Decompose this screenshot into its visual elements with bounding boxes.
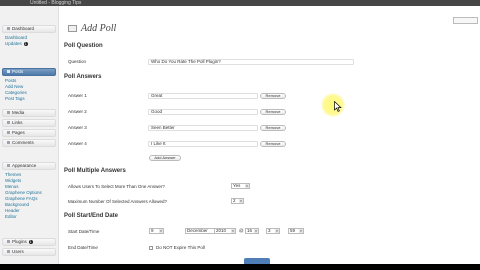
plugins-icon [7,240,10,244]
no-expire-label: Do NOT Expire This Poll [156,245,205,250]
answer-2-input[interactable]: Good [148,109,258,115]
no-expire-checkbox[interactable] [149,246,153,250]
answer-2-label: Answer 2 [68,109,87,114]
submenu-graphene-options[interactable]: Graphene Options [5,190,42,195]
at-separator: @ [239,228,244,233]
answer-1-remove-button[interactable]: Remove [260,93,286,99]
allow-multiple-select[interactable]: Yes ▾ [231,183,250,189]
posts-icon [7,70,10,74]
submenu-posts[interactable]: Posts [5,78,16,83]
mouse-cursor-icon [334,101,342,112]
submenu-header[interactable]: Header [5,208,20,213]
chevron-down-icon: ▾ [245,184,249,188]
page-title: Add Poll [81,23,117,34]
dashboard-icon [7,27,10,31]
chevron-down-icon: ▾ [299,229,303,233]
chevron-down-icon: ▾ [159,229,163,233]
submenu-editor[interactable]: Editor [5,214,17,219]
question-input[interactable]: Who Do You Rate The Poll Plugin? [148,59,354,65]
multiple-answers-heading: Poll Multiple Answers [64,168,126,174]
submenu-post-tags[interactable]: Post Tags [5,96,25,101]
menu-links[interactable]: Links [2,119,56,127]
chevron-down-icon: ▾ [254,229,258,233]
answer-1-input[interactable]: Great [148,93,258,99]
answer-4-input[interactable]: I Like It [148,141,258,147]
answer-1-label: Answer 1 [68,93,87,98]
allow-multiple-label: Allows Users To Select More Than One Ans… [68,184,165,189]
plugins-count-badge: 1 [28,239,33,244]
menu-comments[interactable]: Comments [2,139,56,147]
start-minute-select[interactable]: 3 ▾ [266,228,280,234]
pages-icon [7,131,10,135]
submenu-dashboard[interactable]: Dashboard [5,35,27,40]
submenu-themes[interactable]: Themes [5,172,21,177]
start-end-heading: Poll Start/End Date [64,213,119,219]
end-date-label: End Date/Time [68,245,98,250]
poll-page-icon [68,25,77,32]
menu-appearance[interactable]: Appearance [2,162,56,170]
start-year-select[interactable]: 2010 ▾ [214,228,236,234]
wordpress-admin-screen: Dashboard Dashboard Updates 1 Posts Posts… [0,6,480,264]
admin-sidebar: Dashboard Dashboard Updates 1 Posts Posts… [0,6,59,264]
submenu-graphene-faqs[interactable]: Graphene FAQs [5,196,38,201]
poll-answers-heading: Poll Answers [64,74,102,80]
scroll-tab[interactable] [244,258,270,264]
answer-3-input[interactable]: Seen Better [148,125,258,131]
chevron-down-icon: ▾ [239,199,243,203]
submenu-categories[interactable]: Categories [5,90,27,95]
chevron-down-icon: ▾ [275,229,279,233]
start-day-select[interactable]: 9 ▾ [149,228,164,234]
submenu-menus[interactable]: Menus [5,184,19,189]
chevron-down-icon: ▾ [231,229,235,233]
media-icon [7,111,10,115]
menu-media[interactable]: Media [2,109,56,117]
add-answer-button[interactable]: Add Answer [149,155,181,161]
start-hour-select[interactable]: 16 ▾ [245,228,259,234]
submenu-updates[interactable]: Updates 1 [5,41,28,46]
menu-plugins[interactable]: Plugins 1 [2,238,56,246]
answer-2-remove-button[interactable]: Remove [260,109,286,115]
users-icon [7,250,10,254]
comments-icon [7,141,10,145]
menu-dashboard[interactable]: Dashboard [2,25,56,33]
poll-question-heading: Poll Question [64,43,103,49]
question-label: Question [68,59,87,64]
answer-4-remove-button[interactable]: Remove [260,141,286,147]
screen-options-button[interactable] [453,17,478,24]
main-content: Add Poll Poll Question Question Who Do Y… [60,6,480,264]
menu-pages[interactable]: Pages [2,129,56,137]
appearance-icon [7,164,10,168]
max-answers-label: Maximum Number Of Selected Answers Allow… [68,199,168,204]
start-date-label: Start Date/Time [68,229,100,234]
start-second-select[interactable]: 59 ▾ [288,228,304,234]
links-icon [7,121,10,125]
submenu-widgets[interactable]: Widgets [5,178,21,183]
answer-4-label: Answer 4 [68,141,87,146]
max-answers-select[interactable]: 2 ▾ [231,198,244,204]
menu-users[interactable]: Users [2,248,56,256]
submenu-background[interactable]: Background [5,202,29,207]
submenu-add-new[interactable]: Add New [5,84,23,89]
menu-posts[interactable]: Posts [2,68,56,76]
updates-count-badge: 1 [23,41,28,46]
answer-3-remove-button[interactable]: Remove [260,125,286,131]
answer-3-label: Answer 3 [68,125,87,130]
